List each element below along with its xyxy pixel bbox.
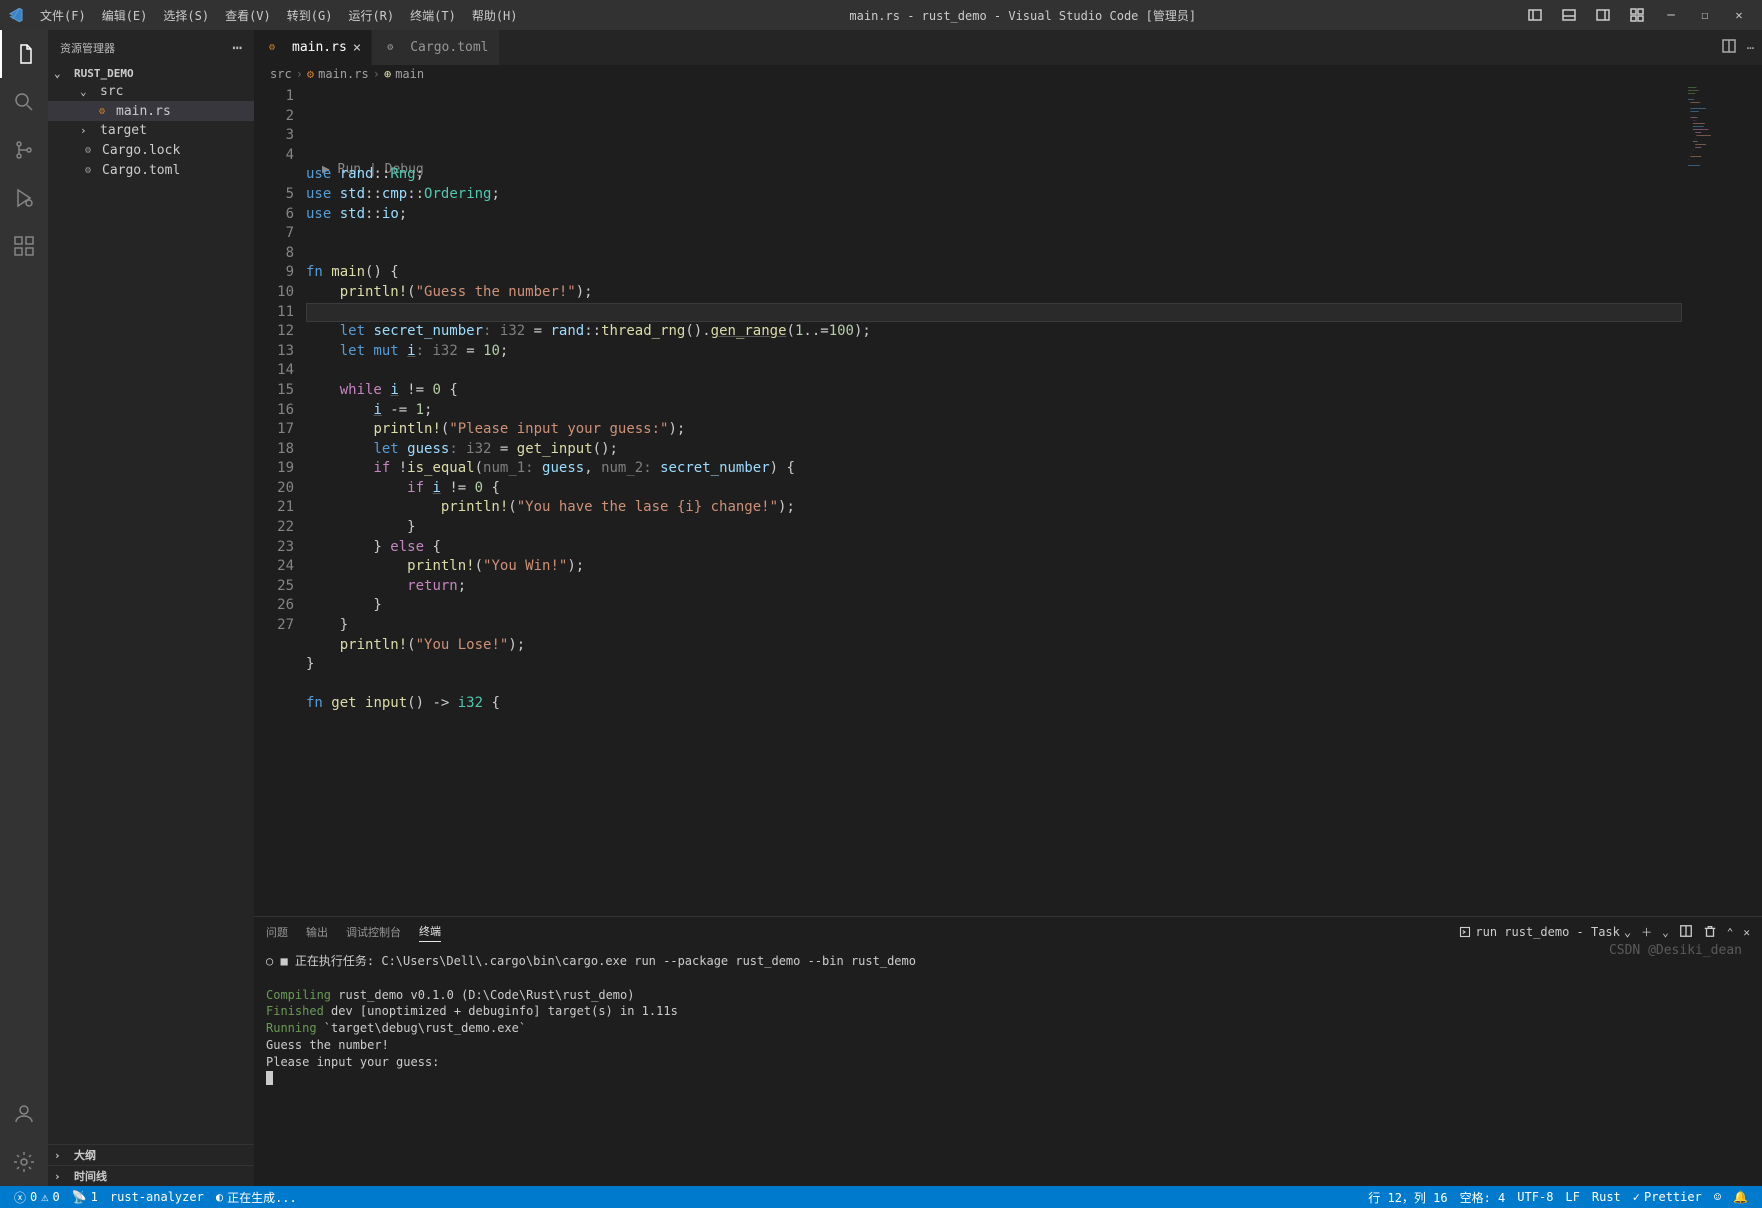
activity-account[interactable] — [0, 1090, 48, 1138]
cargo-toml-icon: ⚙ — [80, 162, 96, 178]
activity-run-debug[interactable] — [0, 174, 48, 222]
status-language[interactable]: Rust — [1586, 1189, 1627, 1206]
editor-tabs: ⚙ main.rs × ⚙ Cargo.toml ⋯ — [254, 30, 1762, 65]
cargo-toml-icon: ⚙ — [382, 40, 398, 56]
status-building[interactable]: ◐ 正在生成... — [210, 1189, 303, 1206]
minimize-button[interactable]: ─ — [1656, 0, 1686, 30]
menu-view[interactable]: 查看(V) — [217, 7, 279, 24]
cargo-lock-icon: ⚙ — [80, 142, 96, 158]
tab-main-rs[interactable]: ⚙ main.rs × — [254, 30, 372, 65]
code-editor[interactable]: 1234 56789101112131415161718192021222324… — [254, 83, 1762, 916]
tree-file-cargo-toml[interactable]: ⚙Cargo.toml — [48, 160, 254, 180]
tree-folder-src[interactable]: ⌄src — [48, 82, 254, 101]
sidebar-more-icon[interactable]: ⋯ — [232, 38, 242, 57]
status-encoding[interactable]: UTF-8 — [1511, 1189, 1559, 1206]
tree-file-main-rs[interactable]: ⚙main.rs — [48, 101, 254, 121]
terminal-panel: 问题 输出 调试控制台 终端 run rust_demo - Task ⌄ ＋⌄… — [254, 916, 1762, 1186]
layout-panel-right-icon[interactable] — [1588, 0, 1618, 30]
sidebar-header: 资源管理器 ⋯ — [48, 30, 254, 65]
panel-maximize-icon[interactable]: ⌃ — [1727, 926, 1734, 939]
close-button[interactable]: ✕ — [1724, 0, 1754, 30]
maximize-button[interactable]: ☐ — [1690, 0, 1720, 30]
tree-file-cargo-lock[interactable]: ⚙Cargo.lock — [48, 140, 254, 160]
activity-bar — [0, 30, 48, 1186]
menu-go[interactable]: 转到(G) — [279, 7, 341, 24]
layout-custom-icon[interactable] — [1622, 0, 1652, 30]
sidebar-title: 资源管理器 — [60, 40, 115, 56]
breadcrumbs[interactable]: src› ⚙main.rs› ⊕main — [254, 65, 1762, 83]
minimap[interactable]: ▬▬▬▬▬▬▬▬▬▬▬▬▬▬▬▬▬▬▬▬▬▬ ▬▬▬▬▬ ▬▬▬▬▬▬▬▬ ▬▬… — [1682, 83, 1762, 916]
terminal-split-icon[interactable] — [1679, 924, 1693, 941]
status-spaces[interactable]: 空格: 4 — [1454, 1189, 1512, 1206]
status-prettier[interactable]: ✓ Prettier — [1627, 1189, 1708, 1206]
rust-file-icon: ⚙ — [94, 103, 110, 119]
status-eol[interactable]: LF — [1559, 1189, 1585, 1206]
status-errors[interactable]: ⓧ 0 ⚠ 0 — [8, 1189, 66, 1206]
tree-folder-target[interactable]: ›target — [48, 121, 254, 140]
tab-cargo-toml[interactable]: ⚙ Cargo.toml — [372, 30, 499, 65]
project-root[interactable]: ⌄RUST_DEMO — [48, 65, 254, 82]
status-cursor-pos[interactable]: 行 12，列 16 — [1362, 1189, 1453, 1206]
layout-panel-left-icon[interactable] — [1520, 0, 1550, 30]
terminal-new-icon[interactable]: ＋ — [1641, 924, 1652, 940]
panel-tab-debug-console[interactable]: 调试控制台 — [346, 924, 401, 940]
panel-close-icon[interactable]: ✕ — [1743, 926, 1750, 939]
outline-section[interactable]: ›大纲 — [48, 1144, 254, 1165]
panel-tab-output[interactable]: 输出 — [306, 924, 328, 940]
tab-more-icon[interactable]: ⋯ — [1747, 41, 1754, 55]
status-rust-analyzer[interactable]: rust-analyzer — [104, 1190, 210, 1204]
menu-run[interactable]: 运行(R) — [340, 7, 402, 24]
menu-help[interactable]: 帮助(H) — [464, 7, 526, 24]
title-bar: 文件(F) 编辑(E) 选择(S) 查看(V) 转到(G) 运行(R) 终端(T… — [0, 0, 1762, 30]
terminal-output[interactable]: ○ ■ 正在执行任务: C:\Users\Dell\.cargo\bin\car… — [254, 947, 1762, 1186]
terminal-kill-icon[interactable] — [1703, 924, 1717, 941]
status-bell-icon[interactable]: 🔔 — [1727, 1189, 1754, 1206]
split-editor-icon[interactable] — [1721, 38, 1737, 57]
status-bar: ⓧ 0 ⚠ 0 📡 1 rust-analyzer ◐ 正在生成... 行 12… — [0, 1186, 1762, 1208]
activity-explorer[interactable] — [0, 30, 48, 78]
menu-edit[interactable]: 编辑(E) — [94, 7, 156, 24]
menu-file[interactable]: 文件(F) — [32, 7, 94, 24]
activity-settings[interactable] — [0, 1138, 48, 1186]
panel-tab-problems[interactable]: 问题 — [266, 924, 288, 940]
window-title: main.rs - rust_demo - Visual Studio Code… — [526, 7, 1521, 24]
vscode-logo-icon — [8, 7, 24, 23]
activity-extensions[interactable] — [0, 222, 48, 270]
menu-selection[interactable]: 选择(S) — [155, 7, 217, 24]
menu-terminal[interactable]: 终端(T) — [402, 7, 464, 24]
terminal-cursor — [266, 1071, 273, 1085]
explorer-sidebar: 资源管理器 ⋯ ⌄RUST_DEMO ⌄src ⚙main.rs ›target… — [48, 30, 254, 1186]
activity-search[interactable] — [0, 78, 48, 126]
layout-panel-bottom-icon[interactable] — [1554, 0, 1584, 30]
panel-tab-terminal[interactable]: 终端 — [419, 923, 441, 942]
status-feedback-icon[interactable]: ☺ — [1708, 1189, 1727, 1206]
timeline-section[interactable]: ›时间线 — [48, 1165, 254, 1186]
close-tab-icon[interactable]: × — [353, 40, 361, 56]
terminal-task-label[interactable]: run rust_demo - Task ⌄ — [1459, 925, 1631, 939]
status-ports[interactable]: 📡 1 — [66, 1190, 104, 1204]
activity-source-control[interactable] — [0, 126, 48, 174]
rust-file-icon: ⚙ — [264, 40, 280, 56]
